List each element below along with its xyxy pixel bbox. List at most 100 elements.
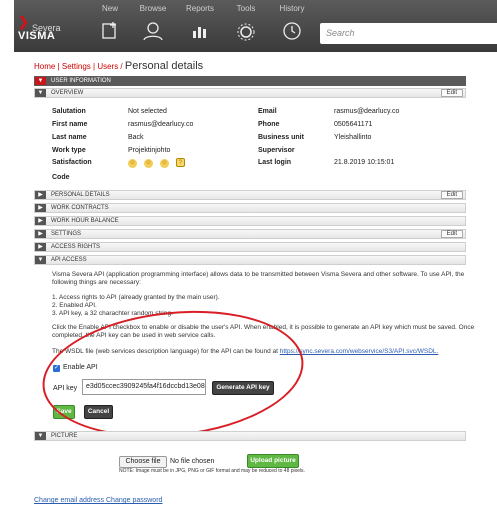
cancel-button[interactable]: Cancel xyxy=(84,405,113,419)
first-name-label: First name xyxy=(52,121,88,128)
tools-gear-icon xyxy=(235,21,257,43)
api-wsdl-info: The WSDL file (web services description … xyxy=(52,348,482,356)
expand-icon[interactable]: ▶ xyxy=(35,217,46,225)
api-requirement-2: 2. Enabled API. xyxy=(52,302,97,309)
salutation-value: Not selected xyxy=(128,108,167,115)
new-document-icon xyxy=(99,21,121,43)
file-status: No file chosen xyxy=(170,458,215,465)
section-overview[interactable]: ▼ OVERVIEW Edit xyxy=(34,88,466,98)
expand-icon[interactable]: ▶ xyxy=(35,243,46,251)
history-clock-icon xyxy=(281,21,303,43)
email-value: rasmus@dearlucy.co xyxy=(334,108,400,115)
enable-api-checkbox[interactable]: ✓ xyxy=(53,365,60,372)
nav-history[interactable]: History xyxy=(270,4,314,43)
browse-user-icon xyxy=(142,21,164,43)
section-title: USER INFORMATION xyxy=(51,78,111,84)
nav-new-label: New xyxy=(101,4,118,13)
satisfaction-unknown-icon[interactable]: ? xyxy=(175,158,185,167)
section-settings[interactable]: ▶ SETTINGS Edit xyxy=(34,229,466,239)
business-unit-value: Yleishallinto xyxy=(334,134,372,141)
footer-links: Change email address Change password xyxy=(34,497,162,504)
wsdl-link[interactable]: https://sync.severa.com/webservice/S3/AP… xyxy=(280,348,439,355)
generate-api-key-button[interactable]: Generate API key xyxy=(212,381,274,395)
satisfaction-happy-icon[interactable]: ☺ xyxy=(128,159,137,168)
nav-tools[interactable]: Tools xyxy=(224,4,268,43)
section-title: SETTINGS xyxy=(51,231,82,237)
collapse-icon[interactable]: ▼ xyxy=(35,89,46,97)
enable-api-label: Enable API xyxy=(63,364,98,371)
red-annotation-ellipse xyxy=(36,298,310,450)
expand-icon[interactable]: ▶ xyxy=(35,191,46,199)
breadcrumb-settings-link[interactable]: Settings xyxy=(62,62,91,71)
expand-icon[interactable]: ▶ xyxy=(35,204,46,212)
reports-chart-icon xyxy=(189,21,211,43)
edit-personal-details-button[interactable]: Edit xyxy=(440,191,463,199)
section-work-contracts[interactable]: ▶ WORK CONTRACTS xyxy=(34,203,466,213)
api-key-label: API key xyxy=(53,385,78,392)
section-title: WORK CONTRACTS xyxy=(51,205,109,211)
upload-picture-button[interactable]: Upload picture xyxy=(247,454,299,468)
collapse-icon[interactable]: ▼ xyxy=(35,77,46,85)
wsdl-text: The WSDL file (web services description … xyxy=(52,348,278,355)
last-name-value: Back xyxy=(128,134,144,141)
choose-file-button[interactable]: Choose file xyxy=(119,456,167,468)
code-label: Code xyxy=(52,174,70,181)
phone-label: Phone xyxy=(258,121,280,128)
nav-browse-label: Browse xyxy=(139,4,167,13)
api-key-field[interactable]: e3d05ccec3909245fa4f16dccbd13e08 xyxy=(82,379,206,395)
collapse-icon[interactable]: ▼ xyxy=(35,256,46,264)
satisfaction-smile-icon[interactable]: ☺ xyxy=(143,159,153,168)
breadcrumb-users-link[interactable]: Users xyxy=(97,62,118,71)
logo-subtitle: Severa xyxy=(32,23,61,33)
top-nav-bar: ❯ VISMA Severa New Browse Reports Tools … xyxy=(14,0,497,52)
api-requirement-1: 1. Access rights to API (already granted… xyxy=(52,294,220,301)
salutation-label: Salutation xyxy=(52,108,86,115)
nav-reports-label: Reports xyxy=(185,4,214,13)
change-password-link[interactable]: Change password xyxy=(106,497,162,504)
section-picture[interactable]: ▼ PICTURE xyxy=(34,431,466,441)
satisfaction-neutral-icon[interactable]: ☺ xyxy=(159,159,169,168)
section-title: OVERVIEW xyxy=(51,90,84,96)
change-email-link[interactable]: Change email address xyxy=(34,497,104,504)
save-button[interactable]: Save xyxy=(53,405,75,419)
search-placeholder: Search xyxy=(326,28,355,38)
api-requirement-3: 3. API key, a 32 charachter random strin… xyxy=(52,310,173,317)
nav-reports[interactable]: Reports xyxy=(178,4,222,43)
section-personal-details[interactable]: ▶ PERSONAL DETAILS Edit xyxy=(34,190,466,200)
page-title: Personal details xyxy=(124,60,204,72)
section-title: PICTURE xyxy=(51,433,78,439)
first-name-value: rasmus@dearlucy.co xyxy=(128,121,194,128)
search-input[interactable]: Search xyxy=(320,23,497,44)
supervisor-label: Supervisor xyxy=(258,147,295,154)
satisfaction-label: Satisfaction xyxy=(52,159,92,166)
visma-logo-mark-icon: ❯ xyxy=(18,14,29,29)
section-title: PERSONAL DETAILS xyxy=(51,192,110,198)
work-type-label: Work type xyxy=(52,147,86,154)
section-access-rights[interactable]: ▶ ACCESS RIGHTS xyxy=(34,242,466,252)
section-title: WORK HOUR BALANCE xyxy=(51,218,119,224)
last-name-label: Last name xyxy=(52,134,87,141)
section-title: ACCESS RIGHTS xyxy=(51,244,101,250)
nav-tools-label: Tools xyxy=(236,4,256,13)
section-user-information[interactable]: ▼ USER INFORMATION xyxy=(34,76,466,86)
section-title: API ACCESS xyxy=(51,257,87,263)
nav-browse[interactable]: Browse xyxy=(131,4,175,43)
breadcrumb-home-link[interactable]: Home xyxy=(34,62,55,71)
expand-icon[interactable]: ▶ xyxy=(35,230,46,238)
phone-value: 0505641171 xyxy=(334,121,373,128)
last-login-label: Last login xyxy=(258,159,292,166)
edit-overview-button[interactable]: Edit xyxy=(440,89,463,97)
api-intro-text: Visma Severa API (application programmin… xyxy=(52,271,465,286)
edit-settings-button[interactable]: Edit xyxy=(440,230,463,238)
section-api-access[interactable]: ▼ API ACCESS xyxy=(34,255,466,265)
collapse-icon[interactable]: ▼ xyxy=(35,432,46,440)
email-label: Email xyxy=(258,108,277,115)
api-enable-info: Click the Enable API checkbox to enable … xyxy=(52,324,475,339)
last-login-value: 21.8.2019 10:15:01 xyxy=(334,159,395,166)
satisfaction-rating: ☺ ☺ ☺ ? xyxy=(128,158,190,168)
api-key-value: e3d05ccec3909245fa4f16dccbd13e08 xyxy=(86,383,205,390)
section-work-hour-balance[interactable]: ▶ WORK HOUR BALANCE xyxy=(34,216,466,226)
nav-new[interactable]: New xyxy=(88,4,132,43)
breadcrumb: Home | Settings | Users / Personal detai… xyxy=(34,60,204,72)
nav-history-label: History xyxy=(279,4,305,13)
